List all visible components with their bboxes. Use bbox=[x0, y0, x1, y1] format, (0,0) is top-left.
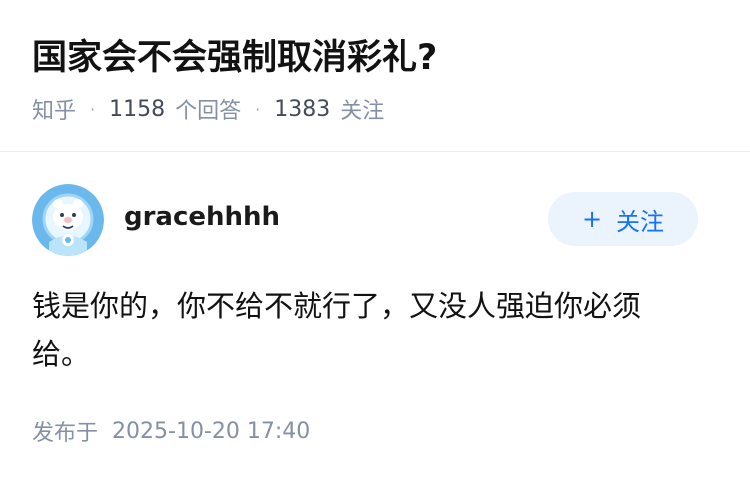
question-meta: 知乎 · 1158 个回答 · 1383 关注 bbox=[32, 92, 384, 126]
avatar[interactable] bbox=[32, 184, 104, 256]
follow-button-label: 关注 bbox=[616, 207, 665, 236]
answer-content[interactable]: 钱是你的，你不给不就行了，又没人强迫你必须给。 bbox=[32, 282, 692, 378]
follower-count-label: 关注 bbox=[340, 99, 385, 124]
follow-button[interactable]: + 关注 bbox=[548, 192, 698, 246]
meta-separator: · bbox=[255, 99, 261, 119]
publish-info: 发布于 2025-10-20 17:40 bbox=[32, 414, 310, 448]
author-name[interactable]: gracehhhh bbox=[124, 200, 280, 234]
answer-count: 1158 bbox=[109, 96, 166, 122]
plus-icon: + bbox=[581, 205, 603, 233]
question-title[interactable]: 国家会不会强制取消彩礼? bbox=[32, 36, 437, 80]
zhihu-answer-card: 国家会不会强制取消彩礼? 知乎 · 1158 个回答 · 1383 关注 gra… bbox=[0, 0, 750, 482]
astronaut-bear-avatar-icon bbox=[32, 184, 104, 256]
question-header: 国家会不会强制取消彩礼? 知乎 · 1158 个回答 · 1383 关注 bbox=[0, 0, 750, 152]
follower-count: 1383 bbox=[274, 96, 331, 122]
answer-count-label: 个回答 bbox=[175, 99, 242, 124]
publish-label: 发布于 bbox=[32, 421, 99, 446]
source-label[interactable]: 知乎 bbox=[32, 93, 76, 125]
meta-separator: · bbox=[90, 99, 96, 119]
publish-time: 2025-10-20 17:40 bbox=[112, 418, 311, 444]
answer-author-row: gracehhhh + 关注 bbox=[32, 184, 698, 256]
